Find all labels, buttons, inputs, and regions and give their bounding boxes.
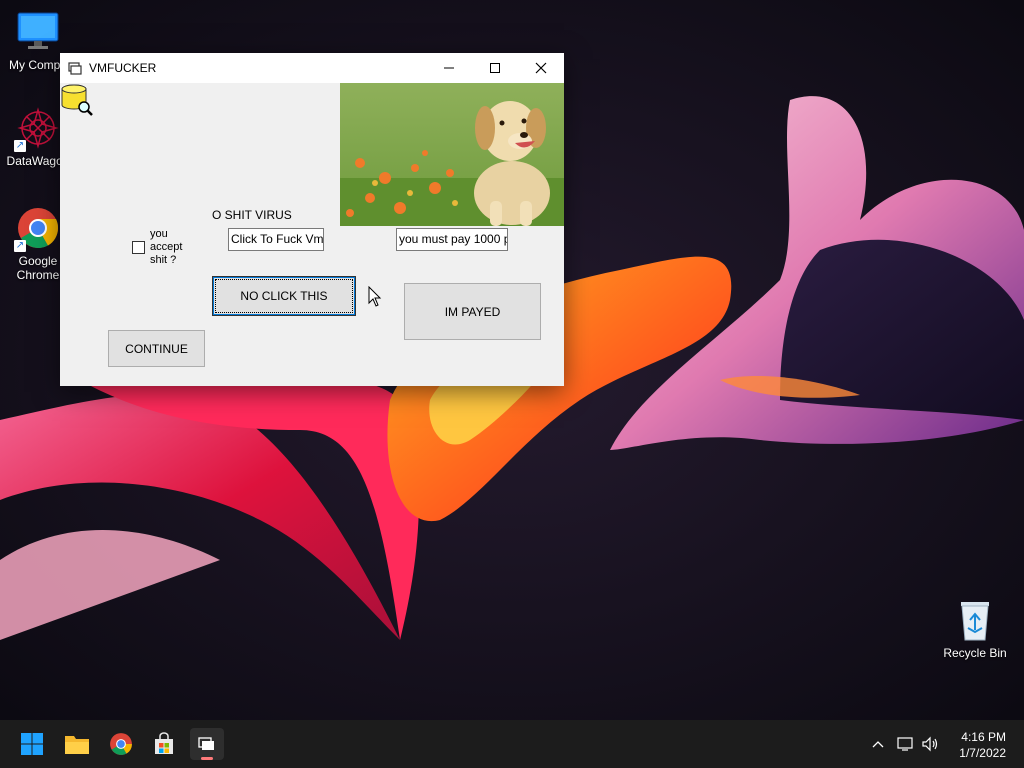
recycle-bin-icon (953, 598, 997, 642)
app-window[interactable]: VMFUCKER O SHIT VIRUS you accept shit ? … (60, 53, 564, 386)
payment-text-field[interactable]: you must pay 1000 pln (396, 228, 508, 251)
active-indicator (201, 757, 213, 760)
start-button[interactable] (15, 728, 49, 760)
store-button[interactable] (147, 728, 181, 760)
app-window-icon (68, 62, 82, 75)
chrome-icon (110, 733, 132, 755)
fuck-vm-text-field[interactable]: Click To Fuck Vm (228, 228, 324, 251)
volume-icon (922, 736, 938, 752)
clock-time: 4:16 PM (961, 730, 1006, 744)
start-icon (21, 733, 43, 755)
maximize-button[interactable] (472, 53, 518, 83)
file-explorer-icon (65, 736, 89, 754)
maximize-icon (490, 63, 500, 73)
dog-photo (340, 83, 564, 226)
file-explorer-button[interactable] (60, 728, 94, 760)
no-click-this-button[interactable]: NO CLICK THIS (212, 276, 356, 316)
datawagon-icon: ↗ (14, 106, 60, 152)
taskbar-clock[interactable]: 4:16 PM 1/7/2022 (959, 729, 1006, 761)
minimize-icon (444, 67, 454, 69)
store-icon (155, 732, 173, 754)
shortcut-arrow-icon: ↗ (14, 140, 26, 152)
volume-button[interactable] (917, 728, 943, 760)
chevron-up-icon (872, 741, 884, 748)
minimize-button[interactable] (426, 53, 472, 83)
taskbar: 4:16 PM 1/7/2022 (0, 720, 1024, 768)
close-icon (535, 62, 547, 74)
desktop-icon-label: Recycle Bin (943, 646, 1007, 660)
continue-button[interactable]: CONTINUE (108, 330, 205, 367)
monitor-icon (16, 10, 60, 54)
show-hidden-icons-button[interactable] (864, 728, 892, 760)
clock-date: 1/7/2022 (959, 746, 1006, 760)
checkbox-label: you accept shit ? (150, 228, 183, 266)
desktop-icon-recycle-bin[interactable]: Recycle Bin (936, 598, 1014, 660)
chrome-icon: ↗ (14, 206, 60, 252)
chrome-taskbar-button[interactable] (104, 728, 138, 760)
main-label: O SHIT VIRUS (212, 208, 292, 222)
network-button[interactable] (893, 728, 919, 760)
network-icon (897, 737, 913, 751)
im-payed-button[interactable]: IM PAYED (404, 283, 541, 340)
close-button[interactable] (518, 53, 564, 83)
app-window-icon (198, 737, 214, 750)
accept-checkbox[interactable] (132, 241, 145, 254)
database-search-icon (61, 84, 93, 116)
app-taskbar-button[interactable] (190, 728, 224, 760)
window-title: VMFUCKER (89, 61, 157, 75)
mouse-cursor-icon (368, 286, 382, 307)
window-titlebar[interactable]: VMFUCKER (60, 53, 564, 83)
window-client-area: O SHIT VIRUS you accept shit ? Click To … (60, 83, 564, 386)
shortcut-arrow-icon: ↗ (14, 240, 26, 252)
